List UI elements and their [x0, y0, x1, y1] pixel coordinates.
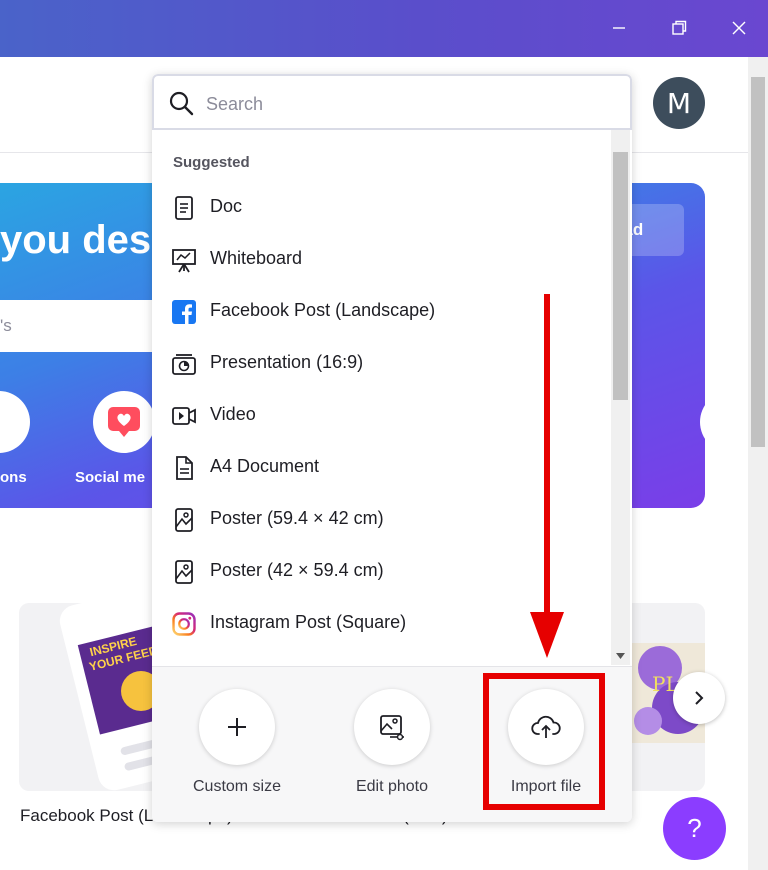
chevron-right-icon [695, 691, 704, 705]
suggestion-label: Poster (42 × 59.4 cm) [210, 560, 384, 580]
close-window-button[interactable] [721, 10, 757, 46]
dropdown-scrollbar-thumb[interactable] [613, 152, 628, 400]
category-label[interactable]: Social me [75, 469, 145, 486]
custom-size-label[interactable]: Custom size [167, 778, 307, 796]
page-scrollbar[interactable] [748, 57, 768, 870]
edit-photo-button[interactable] [354, 689, 430, 765]
page-scrollbar-thumb[interactable] [751, 77, 765, 447]
category-icon-button[interactable] [700, 391, 705, 453]
custom-size-button[interactable] [199, 689, 275, 765]
poster-icon [170, 506, 198, 534]
search-icon [169, 91, 194, 116]
avatar[interactable]: M [653, 77, 705, 129]
hero-title: you des [0, 218, 152, 262]
hero-search-placeholder: 's [0, 316, 12, 335]
suggested-heading: Suggested [173, 154, 250, 171]
facebook-icon [170, 298, 198, 326]
title-bar [0, 0, 768, 57]
scroll-down-arrow-icon[interactable] [611, 651, 630, 661]
category-icon-button[interactable] [0, 391, 30, 453]
document-icon [170, 454, 198, 482]
maximize-button[interactable] [661, 10, 697, 46]
annotation-arrow [530, 294, 564, 658]
suggestion-label: Doc [210, 196, 243, 216]
search-input[interactable] [206, 90, 606, 118]
category-social-media-button[interactable] [93, 391, 155, 453]
suggestion-label: Video [210, 404, 256, 424]
suggestion-label: Facebook Post (Landscape) [210, 300, 436, 320]
help-label: ? [687, 813, 702, 843]
suggestion-label: Presentation (16:9) [210, 352, 364, 372]
suggestion-whiteboard[interactable]: Whiteboard [152, 234, 607, 286]
suggestion-label: A4 Document [210, 456, 320, 476]
close-icon [732, 21, 746, 35]
heart-icon [108, 407, 140, 437]
app-window: M you des 's oad ons Social me INSPIRE [0, 0, 768, 870]
edit-photo-label[interactable]: Edit photo [322, 778, 462, 796]
presentation-icon [170, 350, 198, 378]
help-button[interactable]: ? [663, 797, 726, 860]
carousel-next-button[interactable] [673, 672, 725, 724]
doc-icon [170, 194, 198, 222]
edit-photo-icon [380, 715, 404, 741]
minimize-button[interactable] [601, 10, 637, 46]
restore-icon [672, 20, 687, 35]
dropdown-scrollbar[interactable] [611, 130, 630, 665]
instagram-icon [170, 610, 198, 638]
whiteboard-icon [170, 246, 198, 274]
plus-icon [228, 718, 246, 736]
suggestion-label: Poster (59.4 × 42 cm) [210, 508, 384, 528]
poster-icon [170, 558, 198, 586]
suggestion-doc[interactable]: Doc [152, 182, 607, 234]
category-label[interactable]: ons [0, 469, 27, 486]
suggestion-label: Instagram Post (Square) [210, 612, 407, 632]
video-icon [170, 402, 198, 430]
minimize-icon [613, 27, 625, 29]
search-bar[interactable] [152, 74, 632, 130]
annotation-highlight-box [483, 673, 605, 810]
suggestion-label: Whiteboard [210, 248, 303, 268]
